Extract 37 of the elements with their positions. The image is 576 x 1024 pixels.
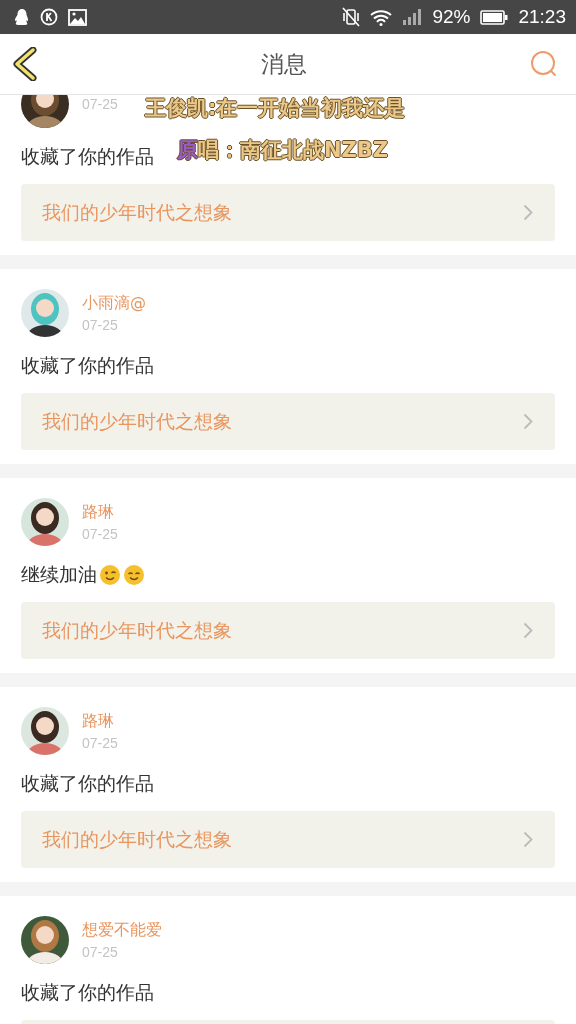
chevron-right-icon <box>523 204 533 221</box>
user-name[interactable]: 路琳 <box>82 711 118 732</box>
vibrate-off-icon <box>342 7 361 27</box>
user-name[interactable]: 想爱不能爱 <box>82 920 162 941</box>
message-date: 07-25 <box>82 944 119 960</box>
battery-percent: 92% <box>432 6 471 28</box>
user-name[interactable]: 路琳 <box>82 502 118 523</box>
message-text: 收藏了你的作品 <box>21 353 154 378</box>
lyric-text: 王俊凯:在一开始当初我还是 <box>145 95 406 122</box>
message-date: 07-25 <box>82 317 119 333</box>
work-link[interactable]: 我们的少年时代之想象 <box>21 393 555 450</box>
back-button[interactable] <box>12 47 38 81</box>
work-link[interactable]: 我们的少年时代之想象 <box>21 184 555 241</box>
smile-face-icon <box>123 564 145 586</box>
signal-icon <box>402 8 423 26</box>
message-text: 继续加油 <box>21 562 97 587</box>
user-name[interactable]: 小雨滴@ <box>82 293 146 314</box>
chevron-right-icon <box>523 622 533 639</box>
k-circle-icon <box>40 8 58 26</box>
message-date: 07-25 <box>82 735 118 751</box>
wink-face-icon <box>99 564 121 586</box>
clock: 21:23 <box>518 6 566 28</box>
wifi-icon <box>370 8 393 26</box>
chevron-right-icon <box>523 831 533 848</box>
page-title: 消息 <box>261 49 307 79</box>
chevron-right-icon <box>523 413 533 430</box>
battery-icon <box>480 9 509 25</box>
penguin-icon <box>14 8 30 26</box>
message-text: 收藏了你的作品 <box>21 980 154 1005</box>
message-date: 07-25 <box>82 96 118 112</box>
work-link[interactable]: 我们的少年时代之想象 <box>21 811 555 868</box>
message-date: 07-25 <box>82 526 118 542</box>
lyric-text: 原唱：南征北战NZBZ <box>177 137 389 164</box>
image-icon <box>68 8 87 26</box>
message-text: 收藏了你的作品 <box>21 771 154 796</box>
message-text: 收藏了你的作品 <box>21 144 154 169</box>
work-link[interactable]: 我们的少年时代之想象 <box>21 602 555 659</box>
